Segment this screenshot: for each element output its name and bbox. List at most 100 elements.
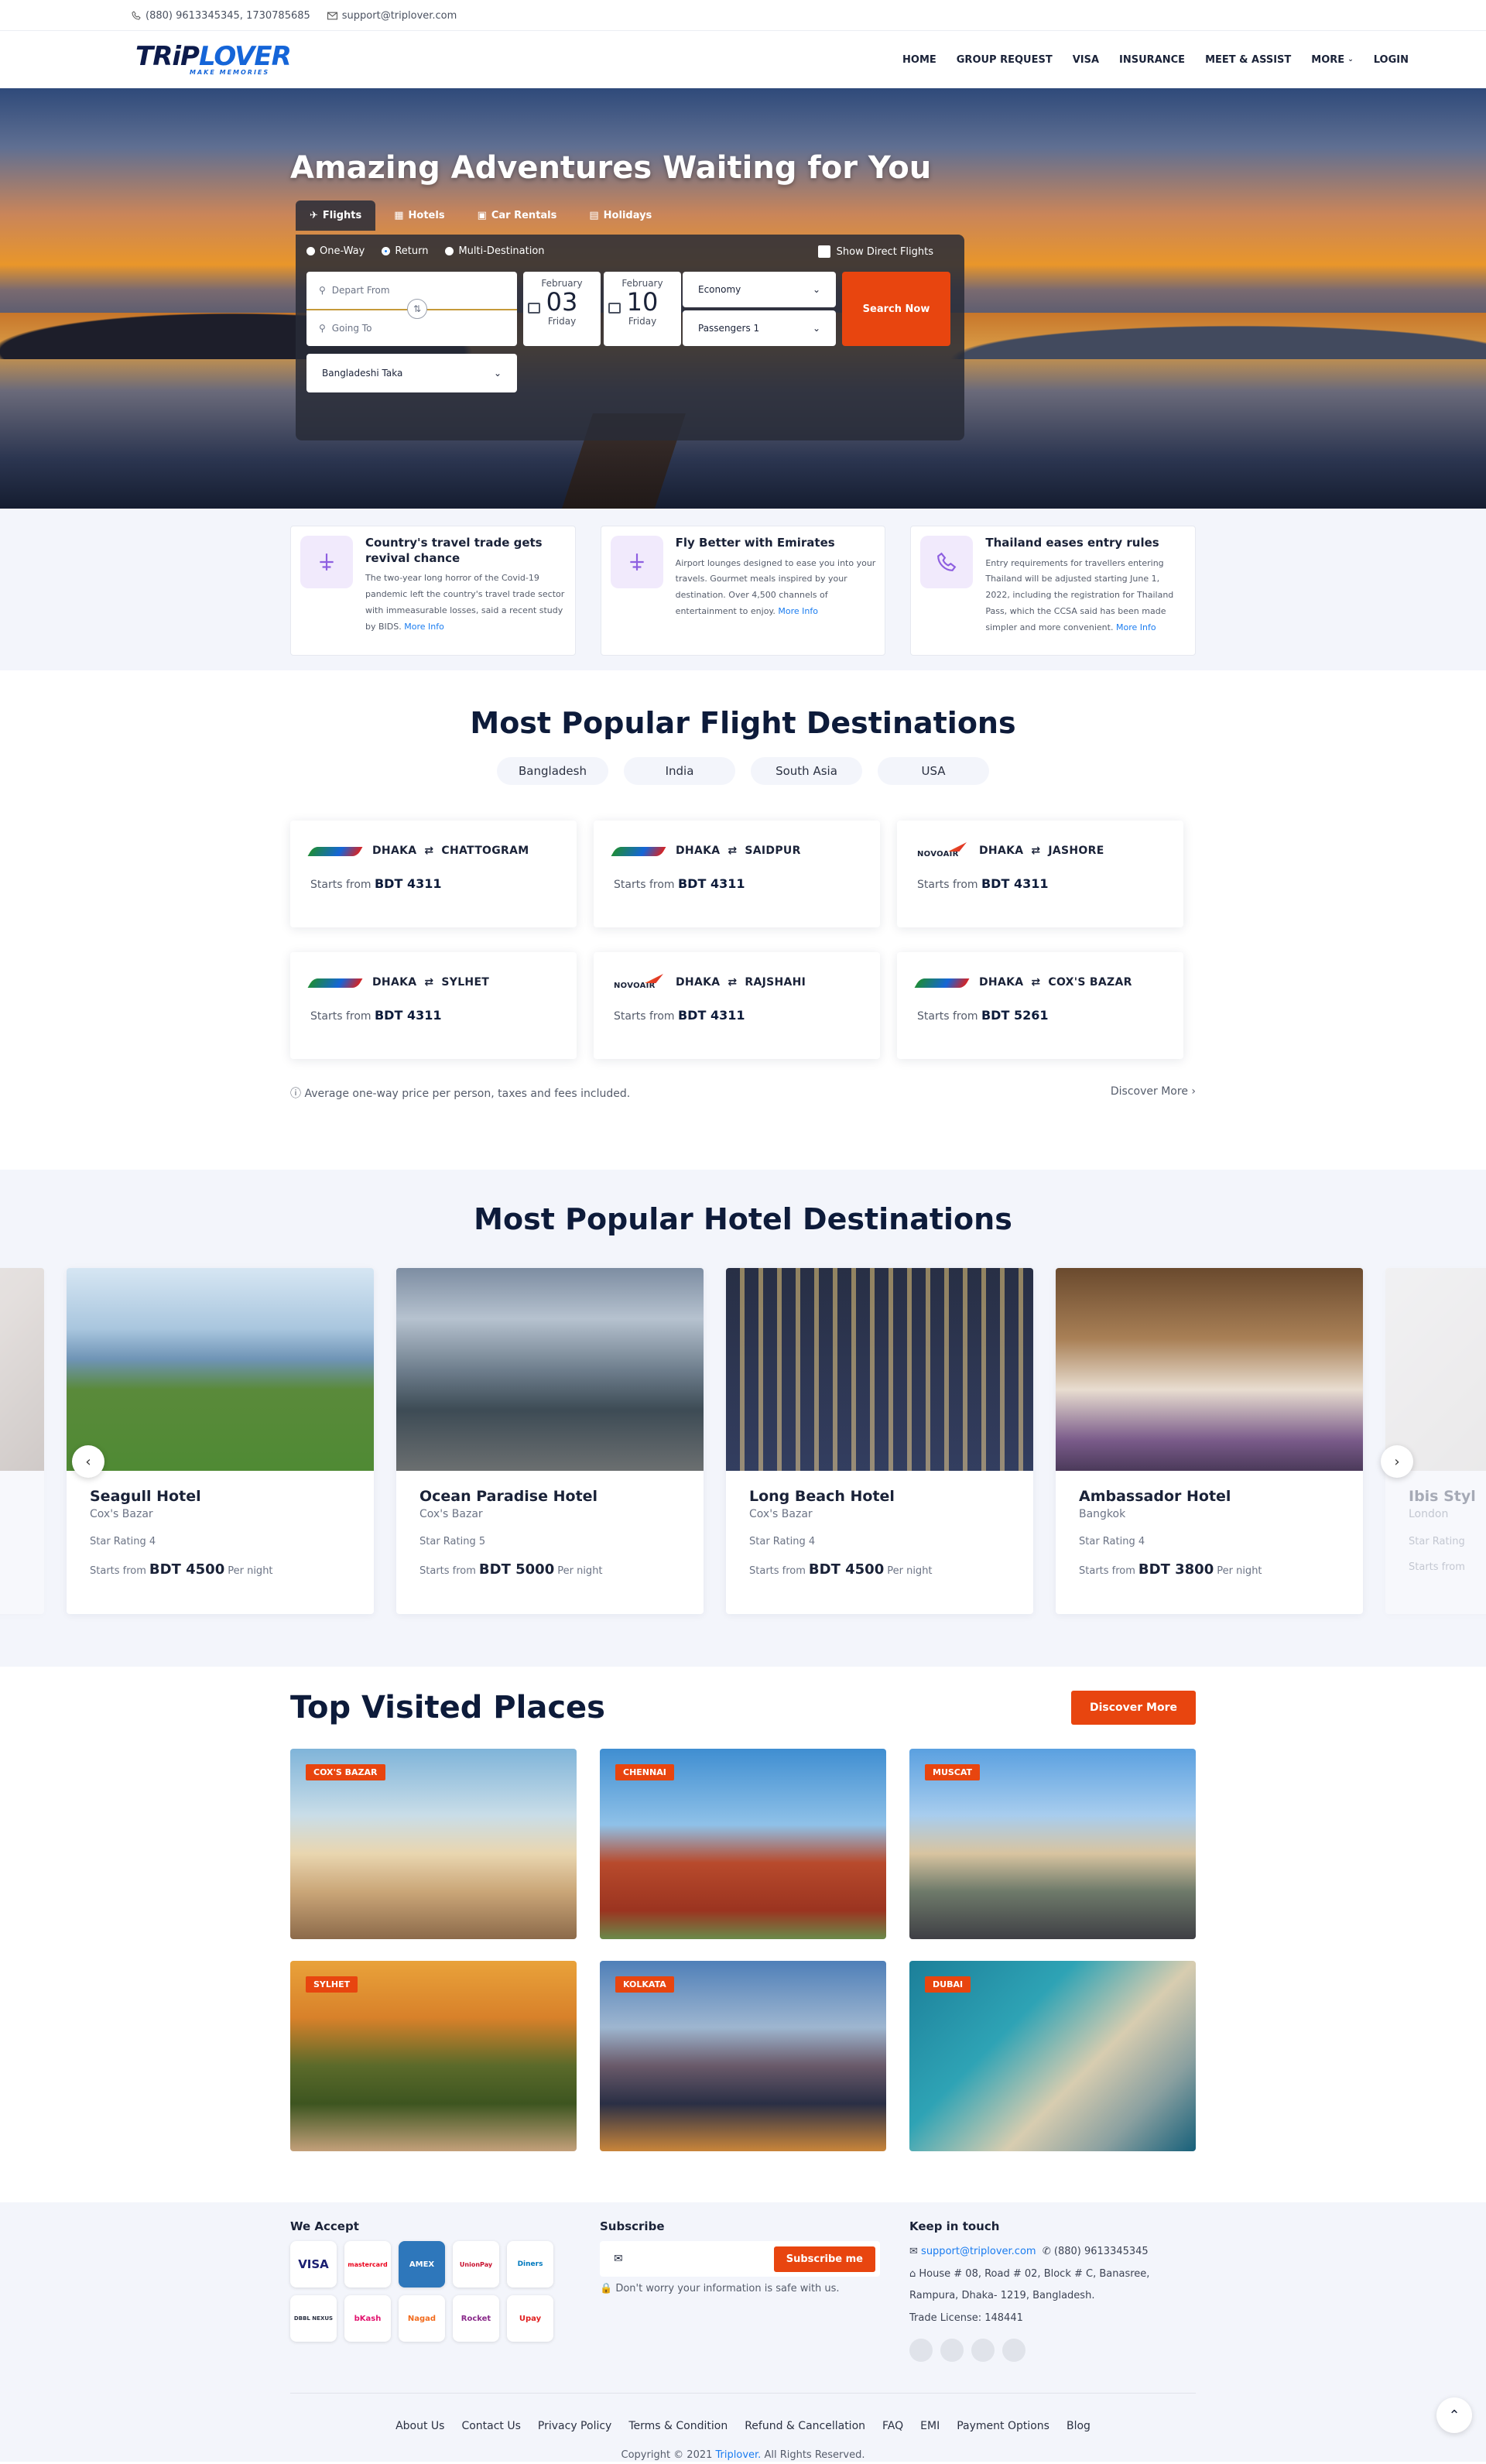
nav-insurance[interactable]: INSURANCE bbox=[1119, 54, 1185, 66]
nav-visa[interactable]: VISA bbox=[1073, 54, 1099, 66]
starts-from-label: Starts from bbox=[614, 1010, 675, 1023]
hotel-card[interactable] bbox=[0, 1268, 44, 1614]
radio-one-way[interactable]: One-Way bbox=[306, 245, 365, 257]
more-info-link[interactable]: More Info bbox=[404, 622, 444, 632]
footer-email[interactable]: support@triplover.com bbox=[921, 2246, 1036, 2257]
tab-flights[interactable]: ✈ Flights bbox=[296, 200, 376, 231]
flight-route-card[interactable]: DHAKA ⇄ SAIDPUR Starts from BDT 4311 bbox=[594, 821, 880, 927]
search-now-button[interactable]: Search Now bbox=[842, 272, 950, 346]
youtube-icon[interactable] bbox=[940, 2339, 964, 2363]
currency-select[interactable]: Bangladeshi Taka ⌄ bbox=[306, 354, 517, 392]
radio-multi-destination[interactable]: Multi-Destination bbox=[445, 245, 545, 257]
nav-group-request[interactable]: GROUP REQUEST bbox=[957, 54, 1053, 66]
phone-icon bbox=[132, 11, 141, 20]
flight-route-card[interactable]: DHAKA ⇄ SYLHET Starts from BDT 4311 bbox=[290, 952, 577, 1059]
hotel-card[interactable]: Ocean Paradise Hotel Cox's Bazar Star Ra… bbox=[396, 1268, 704, 1614]
topbar-phone[interactable]: (880) 9613345345, 1730785685 bbox=[132, 10, 310, 22]
place-card[interactable]: CHENNAI bbox=[600, 1749, 886, 1939]
flight-route-card[interactable]: NOVOAIR DHAKA ⇄ RAJSHAHI Starts from BDT 43… bbox=[594, 952, 880, 1059]
link-faq[interactable]: FAQ bbox=[882, 2420, 903, 2432]
passengers-select[interactable]: Passengers 1 ⌄ bbox=[683, 310, 836, 346]
visa-logo: VISA bbox=[290, 2241, 337, 2288]
checkbox[interactable] bbox=[817, 245, 830, 258]
nav-meet-assist[interactable]: MEET & ASSIST bbox=[1205, 54, 1291, 66]
link-terms[interactable]: Terms & Condition bbox=[628, 2420, 728, 2432]
link-payment-options[interactable]: Payment Options bbox=[957, 2420, 1049, 2432]
exchange-icon: ⇄ bbox=[1031, 845, 1041, 857]
carousel-prev-button[interactable]: ‹ bbox=[72, 1445, 104, 1478]
copyright-c: All Rights Reserved. bbox=[764, 2449, 865, 2462]
novoair-logo: NOVOAIR bbox=[614, 972, 668, 992]
tab-holidays[interactable]: ▤ Holidays bbox=[575, 200, 666, 231]
footer-phone[interactable]: (880) 9613345345 bbox=[1054, 2246, 1149, 2257]
more-info-link[interactable]: More Info bbox=[1116, 622, 1156, 632]
flight-route-card[interactable]: DHAKA ⇄ CHATTOGRAM Starts from BDT 4311 bbox=[290, 821, 577, 927]
link-contact-us[interactable]: Contact Us bbox=[461, 2420, 520, 2432]
radio-return[interactable]: Return bbox=[382, 245, 428, 257]
carousel-next-button[interactable]: › bbox=[1381, 1445, 1413, 1478]
exchange-icon: ⇄ bbox=[424, 976, 434, 989]
tab-bangladesh[interactable]: Bangladesh bbox=[497, 757, 608, 785]
route-from: DHAKA bbox=[372, 845, 417, 857]
exchange-icon: ⇄ bbox=[728, 845, 738, 857]
social-links bbox=[909, 2339, 1196, 2363]
place-card[interactable]: SYLHET bbox=[290, 1961, 577, 2151]
depart-date-picker[interactable]: February 03 Friday bbox=[523, 272, 601, 346]
tab-south-asia[interactable]: South Asia bbox=[751, 757, 862, 785]
route-price: BDT 4311 bbox=[374, 876, 442, 891]
place-card[interactable]: COX'S BAZAR bbox=[290, 1749, 577, 1939]
tab-india[interactable]: India bbox=[624, 757, 735, 785]
place-card[interactable]: DUBAI bbox=[909, 1961, 1196, 2151]
hotel-image bbox=[67, 1268, 374, 1471]
calendar-icon bbox=[528, 303, 540, 314]
topbar-email[interactable]: support@triplover.com bbox=[327, 10, 457, 22]
place-tag: KOLKATA bbox=[615, 1976, 674, 1993]
place-card[interactable]: MUSCAT bbox=[909, 1749, 1196, 1939]
route-fields: ⚲ Depart From ⚲ Going To ⇅ bbox=[306, 272, 517, 346]
plane-icon bbox=[300, 536, 353, 588]
link-blog[interactable]: Blog bbox=[1067, 2420, 1091, 2432]
copyright-brand-link[interactable]: Triplover. bbox=[716, 2449, 762, 2461]
link-emi[interactable]: EMI bbox=[920, 2420, 940, 2432]
return-date-picker[interactable]: February 10 Friday bbox=[604, 272, 681, 346]
more-info-link[interactable]: More Info bbox=[778, 606, 818, 616]
hotel-card[interactable]: Ibis Styl London Star Rating Starts from bbox=[1385, 1268, 1486, 1614]
discover-more-link[interactable]: Discover More › bbox=[1111, 1085, 1196, 1101]
cabin-class-select[interactable]: Economy ⌄ bbox=[683, 272, 836, 307]
hotel-card[interactable]: Seagull Hotel Cox's Bazar Star Rating 4 … bbox=[67, 1268, 374, 1614]
hotel-card[interactable]: Long Beach Hotel Cox's Bazar Star Rating… bbox=[726, 1268, 1033, 1614]
news-band: Country's travel trade gets revival chan… bbox=[0, 509, 1486, 670]
starts-from-label: Starts from bbox=[1079, 1565, 1135, 1577]
scroll-to-top-button[interactable]: ⌃ bbox=[1436, 2397, 1472, 2433]
facebook-icon[interactable] bbox=[909, 2339, 933, 2363]
tab-usa[interactable]: USA bbox=[878, 757, 989, 785]
tab-car-rentals[interactable]: ▣ Car Rentals bbox=[464, 200, 571, 231]
nav-more[interactable]: MORE ⌄ bbox=[1311, 54, 1353, 66]
link-refund[interactable]: Refund & Cancellation bbox=[745, 2420, 865, 2432]
link-privacy-policy[interactable]: Privacy Policy bbox=[538, 2420, 611, 2432]
route-from: DHAKA bbox=[979, 845, 1024, 857]
instagram-icon[interactable] bbox=[1002, 2339, 1025, 2363]
logo[interactable]: TRiPLOVER MAKE MEMORIES bbox=[135, 41, 292, 76]
tab-hotels[interactable]: ▦ Hotels bbox=[380, 200, 458, 231]
place-tag: COX'S BAZAR bbox=[306, 1764, 385, 1780]
linkedin-icon[interactable] bbox=[971, 2339, 995, 2363]
chevron-down-icon: ⌄ bbox=[1347, 56, 1354, 63]
flight-route-card[interactable]: NOVOAIR DHAKA ⇄ JASHORE Starts from BDT 431… bbox=[897, 821, 1183, 927]
flight-route-card[interactable]: DHAKA ⇄ COX'S BAZAR Starts from BDT 5261 bbox=[897, 952, 1183, 1059]
logo-text-b: LOVER bbox=[198, 41, 292, 72]
hotel-card[interactable]: Ambassador Hotel Bangkok Star Rating 4 S… bbox=[1056, 1268, 1363, 1614]
depart-weekday: Friday bbox=[547, 316, 577, 327]
price-note: Average one-way price per person, taxes … bbox=[304, 1088, 631, 1100]
link-about-us[interactable]: About Us bbox=[395, 2420, 444, 2432]
nav-login[interactable]: LOGIN bbox=[1374, 54, 1409, 66]
direct-flights-toggle[interactable]: Show Direct Flights bbox=[817, 245, 933, 258]
subscribe-email-input[interactable]: ✉ Subscribe me bbox=[600, 2241, 880, 2277]
place-card[interactable]: KOLKATA bbox=[600, 1961, 886, 2151]
subscribe-button[interactable]: Subscribe me bbox=[773, 2246, 875, 2272]
discover-more-button[interactable]: Discover More bbox=[1070, 1691, 1196, 1725]
us-bangla-logo bbox=[307, 841, 365, 861]
popular-hotels-section: Most Popular Hotel Destinations Seagull … bbox=[0, 1170, 1486, 1667]
swap-route-button[interactable]: ⇅ bbox=[407, 299, 427, 319]
nav-home[interactable]: HOME bbox=[902, 54, 936, 66]
